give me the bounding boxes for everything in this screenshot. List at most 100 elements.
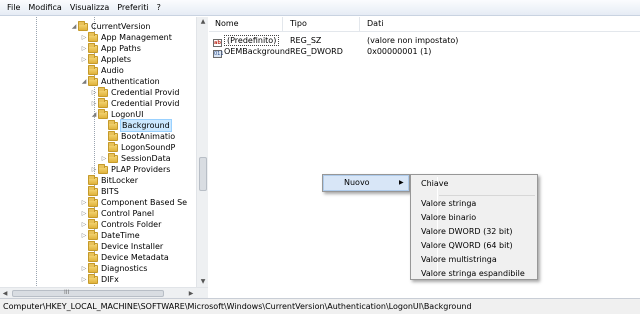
menu-item-new-value[interactable]: Valore DWORD (32 bit): [411, 225, 537, 239]
tree-item-label: SessionData: [121, 154, 171, 163]
tree-item[interactable]: BitLocker: [80, 174, 139, 186]
tree-item[interactable]: ▷ Diagnostics: [80, 262, 147, 274]
tree-hscroll-thumb[interactable]: [12, 290, 164, 297]
tree-item[interactable]: Audio: [80, 64, 124, 76]
value-type: REG_DWORD: [290, 47, 343, 56]
menu-item-label: Valore binario: [421, 213, 477, 222]
tree-item[interactable]: ▷ SessionData: [100, 152, 171, 164]
tree-item-label: BitLocker: [101, 176, 139, 185]
menu-item-label: Valore QWORD (64 bit): [421, 241, 513, 250]
folder-icon: [108, 119, 118, 130]
tree-item-label: LogonSoundP: [121, 143, 176, 152]
expanded-arrow-icon[interactable]: ◢: [90, 111, 98, 118]
collapsed-arrow-icon[interactable]: ▷: [80, 210, 88, 217]
tree-item-label: DateTime: [101, 231, 140, 240]
folder-icon: [98, 97, 108, 108]
tree-guide-line: [36, 17, 37, 298]
scroll-up-arrow-icon[interactable]: ▲: [197, 17, 209, 27]
collapsed-arrow-icon[interactable]: ▷: [90, 166, 98, 173]
menu-preferiti[interactable]: Preferiti: [113, 0, 152, 16]
collapsed-arrow-icon[interactable]: ▷: [100, 155, 108, 162]
column-header-nome[interactable]: Nome: [209, 17, 283, 31]
tree-item[interactable]: Background: [100, 119, 172, 132]
tree-item[interactable]: ▷ Credential Provid: [90, 97, 180, 109]
folder-icon: [88, 218, 98, 229]
tree-item-label: App Paths: [101, 44, 141, 53]
menu-item-nuovo[interactable]: Nuovo ▶: [323, 175, 409, 191]
tree-item-label: Credential Provid: [111, 99, 180, 108]
collapsed-arrow-icon[interactable]: ▷: [80, 199, 88, 206]
menu-visualizza[interactable]: Visualizza: [66, 0, 113, 16]
menu-modifica[interactable]: Modifica: [24, 0, 65, 16]
menu-item-new-value[interactable]: Valore stringa: [411, 197, 537, 211]
tree-item[interactable]: ◢ CurrentVersion: [70, 20, 150, 32]
collapsed-arrow-icon[interactable]: ▷: [80, 34, 88, 41]
tree-item[interactable]: ▷ DIFx: [80, 273, 119, 285]
tree-item[interactable]: ◢ Authentication: [80, 75, 160, 87]
expanded-arrow-icon[interactable]: ◢: [70, 23, 78, 30]
column-header-tipo[interactable]: Tipo: [284, 17, 360, 31]
column-header-dati[interactable]: Dati: [361, 17, 640, 31]
tree-item-label: Credential Provid: [111, 88, 180, 97]
tree-item[interactable]: ▷ Applets: [80, 53, 131, 65]
collapsed-arrow-icon[interactable]: ▷: [80, 232, 88, 239]
folder-icon: [88, 185, 98, 196]
collapsed-arrow-icon[interactable]: ▷: [80, 45, 88, 52]
tree-item[interactable]: BootAnimatio: [100, 130, 175, 142]
collapsed-arrow-icon[interactable]: ▷: [80, 56, 88, 63]
tree-item[interactable]: Device Metadata: [80, 251, 169, 263]
folder-icon: [88, 262, 98, 273]
tree-vertical-scrollbar[interactable]: ▲ ▼: [196, 17, 208, 287]
tree-item[interactable]: Device Installer: [80, 240, 163, 252]
collapsed-arrow-icon[interactable]: ▷: [80, 221, 88, 228]
collapsed-arrow-icon[interactable]: ▷: [80, 265, 88, 272]
scroll-down-arrow-icon[interactable]: ▼: [197, 277, 209, 287]
tree-horizontal-scrollbar[interactable]: ◀ III ▶: [0, 287, 208, 298]
menu-item-chiave[interactable]: Chiave: [411, 177, 537, 191]
value-type: REG_SZ: [290, 36, 322, 45]
menu-item-new-value[interactable]: Valore QWORD (64 bit): [411, 239, 537, 253]
tree-item[interactable]: BITS: [80, 185, 119, 197]
folder-icon: [88, 64, 98, 75]
folder-icon: [88, 53, 98, 64]
new-submenu: Chiave Valore stringa Valore binario Valor…: [410, 174, 538, 280]
tree-item-label: Background: [120, 119, 172, 132]
menu-item-new-value[interactable]: Valore stringa espandibile: [411, 267, 537, 281]
value-row-predefinito[interactable]: ab (Predefinito) REG_SZ (valore non impos…: [209, 35, 640, 47]
tree-item[interactable]: ▷ PLAP Providers: [90, 163, 170, 175]
collapsed-arrow-icon[interactable]: ▷: [90, 100, 98, 107]
context-menu: Nuovo ▶: [322, 174, 410, 192]
registry-tree[interactable]: ◢ CurrentVersion ▷ App Management ▷ App Paths…: [0, 17, 208, 298]
tree-item[interactable]: ▷ App Management: [80, 31, 172, 43]
menu-item-new-value[interactable]: Valore multistringa: [411, 253, 537, 267]
menu-item-label: Valore stringa espandibile: [421, 269, 525, 278]
tree-item[interactable]: ▷ Controls Folder: [80, 218, 161, 230]
tree-item[interactable]: ▷ App Paths: [80, 42, 141, 54]
tree-item[interactable]: ◢ LogonUI: [90, 108, 143, 120]
tree-item[interactable]: LogonSoundP: [100, 141, 176, 153]
expanded-arrow-icon[interactable]: ◢: [80, 78, 88, 85]
menu-item-new-value[interactable]: Valore binario: [411, 211, 537, 225]
folder-icon: [108, 152, 118, 163]
tree-item[interactable]: ▷ Control Panel: [80, 207, 154, 219]
menu-bar: File Modifica Visualizza Preferiti ?: [0, 0, 640, 16]
folder-icon: [78, 20, 88, 31]
value-row-oembackground[interactable]: 011OEMBackground REG_DWORD 0x00000001 (1…: [209, 46, 640, 58]
tree-item-label: Audio: [101, 66, 124, 75]
tree-item-label: BITS: [101, 187, 119, 196]
menu-help[interactable]: ?: [153, 0, 165, 16]
collapsed-arrow-icon[interactable]: ▷: [90, 89, 98, 96]
tree-item-label: DIFx: [101, 275, 119, 284]
collapsed-arrow-icon[interactable]: ▷: [80, 276, 88, 283]
tree-item[interactable]: ▷ Credential Provid: [90, 86, 180, 98]
tree-item-label: Device Metadata: [101, 253, 169, 262]
tree-item[interactable]: ▷ DateTime: [80, 229, 140, 241]
menu-separator: [439, 195, 535, 196]
folder-icon: [88, 196, 98, 207]
tree-vscroll-thumb[interactable]: [199, 157, 207, 191]
folder-icon: [88, 31, 98, 42]
value-data: (valore non impostato): [367, 36, 459, 45]
menu-item-label: Valore multistringa: [421, 255, 497, 264]
tree-item[interactable]: ▷ Component Based Se: [80, 196, 187, 208]
menu-file[interactable]: File: [3, 0, 24, 16]
